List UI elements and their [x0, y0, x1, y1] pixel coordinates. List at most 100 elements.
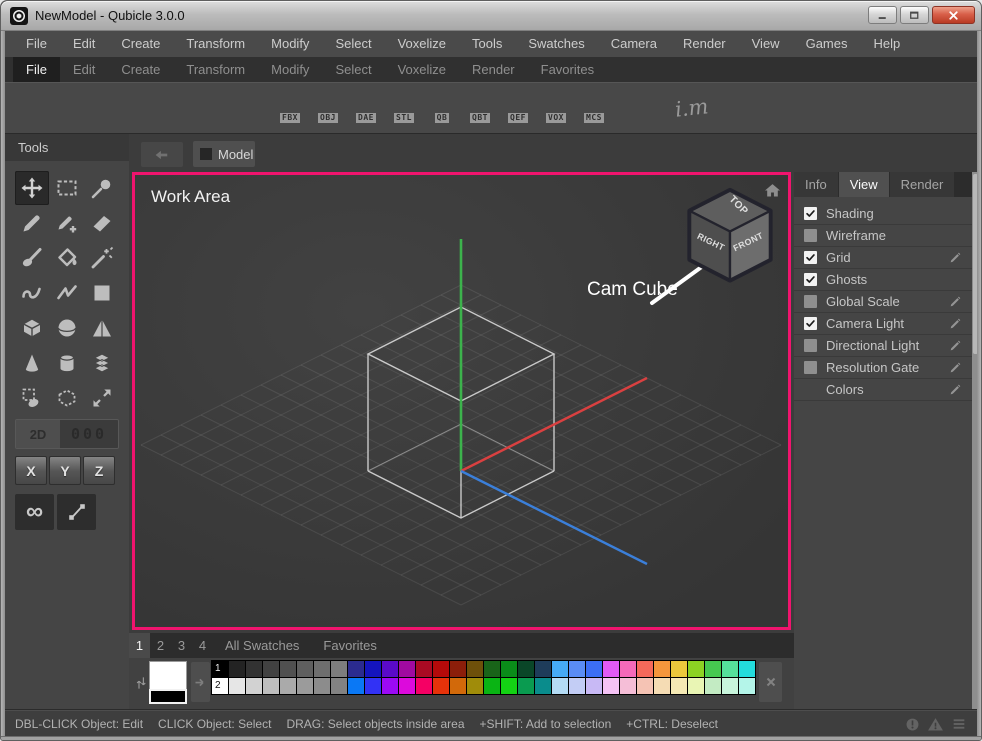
swatch-cell[interactable]: [501, 678, 517, 694]
edit-pencil-icon[interactable]: [949, 383, 962, 396]
toolbar-export-button[interactable]: undefined: [233, 86, 271, 130]
submenu-render[interactable]: Render: [459, 57, 528, 82]
work-area-viewport[interactable]: Work Area TOP RIGHT FRONT Cam Cube: [132, 172, 791, 630]
toolbar-export-qbt-button[interactable]: undefinedQBT: [461, 86, 499, 130]
swatch-cell[interactable]: [518, 678, 534, 694]
submenu-create[interactable]: Create: [108, 57, 173, 82]
swatch-cell[interactable]: [450, 661, 466, 677]
tool-sphere-button[interactable]: [50, 311, 84, 345]
swatch-cell[interactable]: [637, 661, 653, 677]
swatch-cell[interactable]: [603, 678, 619, 694]
menu-modify[interactable]: Modify: [258, 31, 322, 57]
swatch-cell[interactable]: [365, 661, 381, 677]
swatch-cell[interactable]: [654, 678, 670, 694]
edit-pencil-icon[interactable]: [949, 251, 962, 264]
menu-swatches[interactable]: Swatches: [515, 31, 597, 57]
swatch-cell[interactable]: [348, 661, 364, 677]
minimize-button[interactable]: [868, 6, 897, 24]
swatch-cell[interactable]: 2: [212, 678, 228, 694]
submenu-file[interactable]: File: [13, 57, 60, 82]
mode-2d-button[interactable]: 2D: [16, 420, 60, 448]
swatch-cell[interactable]: [654, 661, 670, 677]
swatch-cell[interactable]: [416, 678, 432, 694]
menu-render[interactable]: Render: [670, 31, 739, 57]
tool-rectangle-button[interactable]: [85, 276, 119, 310]
swatch-cell[interactable]: [620, 661, 636, 677]
menu-edit[interactable]: Edit: [60, 31, 108, 57]
swatch-cell[interactable]: [246, 678, 262, 694]
tool-cylinder-button[interactable]: [50, 346, 84, 380]
toolbar-im-logo-button[interactable]: i.m: [673, 86, 711, 130]
menu-transform[interactable]: Transform: [173, 31, 258, 57]
mirror-y-button[interactable]: Y: [49, 456, 81, 485]
tool-magic-wand-button[interactable]: [85, 241, 119, 275]
tool-select-box-button[interactable]: [50, 381, 84, 415]
swatch-cell[interactable]: [722, 678, 738, 694]
menu-help[interactable]: Help: [860, 31, 913, 57]
swatch-cell[interactable]: [382, 678, 398, 694]
add-color-button[interactable]: [191, 662, 210, 702]
swatch-cell[interactable]: [569, 661, 585, 677]
checkbox-ghosts[interactable]: [804, 273, 817, 286]
swatch-cell[interactable]: [229, 661, 245, 677]
tool-line-button[interactable]: [50, 276, 84, 310]
swatch-cell[interactable]: [535, 678, 551, 694]
tool-move-button[interactable]: [15, 171, 49, 205]
edit-pencil-icon[interactable]: [949, 295, 962, 308]
swatch-cell[interactable]: [229, 678, 245, 694]
swatch-cell[interactable]: [433, 661, 449, 677]
swatch-cell[interactable]: [280, 678, 296, 694]
submenu-voxelize[interactable]: Voxelize: [385, 57, 459, 82]
swatch-cell[interactable]: [552, 678, 568, 694]
toolbar-open-file-button[interactable]: undefined: [53, 86, 91, 130]
swatch-cell[interactable]: [569, 678, 585, 694]
swatch-cell[interactable]: [671, 678, 687, 694]
swatch-tab-3[interactable]: 3: [171, 633, 192, 658]
swatch-cell[interactable]: [467, 678, 483, 694]
checkbox-camera-light[interactable]: [804, 317, 817, 330]
swatch-cell[interactable]: [484, 678, 500, 694]
toolbar-export-mcs-button[interactable]: undefinedMCS: [575, 86, 613, 130]
swatch-cell[interactable]: [450, 678, 466, 694]
tool-cone-button[interactable]: [15, 346, 49, 380]
toolbar-export-dae-button[interactable]: undefinedDAE: [347, 86, 385, 130]
menu-select[interactable]: Select: [322, 31, 384, 57]
swatch-cell[interactable]: [688, 661, 704, 677]
tab-info[interactable]: Info: [794, 172, 838, 197]
tab-render[interactable]: Render: [890, 172, 955, 197]
line-mode-button[interactable]: [57, 494, 96, 530]
swatch-cell[interactable]: [501, 661, 517, 677]
swatch-cell[interactable]: [671, 661, 687, 677]
swatch-cell[interactable]: [705, 661, 721, 677]
toolbar-export-obj-button[interactable]: undefinedOBJ: [309, 86, 347, 130]
swatch-cell[interactable]: [314, 678, 330, 694]
mirror-z-button[interactable]: Z: [83, 456, 115, 485]
info-icon[interactable]: [905, 717, 920, 732]
mirror-x-button[interactable]: X: [15, 456, 47, 485]
edit-pencil-icon[interactable]: [949, 339, 962, 352]
tool-pencil-button[interactable]: [15, 206, 49, 240]
swatch-cell[interactable]: [586, 678, 602, 694]
toolbar-sketchfab-button[interactable]: undefined: [631, 86, 669, 130]
swatch-cell[interactable]: [484, 661, 500, 677]
menu-voxelize[interactable]: Voxelize: [385, 31, 459, 57]
maximize-button[interactable]: [900, 6, 929, 24]
checkbox-grid[interactable]: [804, 251, 817, 264]
tab-model[interactable]: Model: [193, 141, 255, 167]
swatch-tab-all-swatches[interactable]: All Swatches: [213, 633, 311, 658]
toolbar-export-stl-button[interactable]: undefinedSTL: [385, 86, 423, 130]
window-border-bottom[interactable]: [1, 736, 981, 740]
toolbar-import-button[interactable]: undefined: [143, 86, 181, 130]
toolbar-save-file-button[interactable]: undefined: [91, 86, 129, 130]
swatch-cell[interactable]: [399, 678, 415, 694]
checkbox-shading[interactable]: [804, 207, 817, 220]
tool-paint-bucket-button[interactable]: [50, 241, 84, 275]
log-list-icon[interactable]: [951, 716, 967, 732]
tool-eraser-button[interactable]: [85, 206, 119, 240]
tab-view[interactable]: View: [839, 172, 889, 197]
toolbar-export-vox-button[interactable]: undefinedVOX: [537, 86, 575, 130]
swatch-cell[interactable]: [586, 661, 602, 677]
edit-pencil-icon[interactable]: [949, 361, 962, 374]
swatch-cell[interactable]: [620, 678, 636, 694]
swatch-cell[interactable]: [297, 678, 313, 694]
